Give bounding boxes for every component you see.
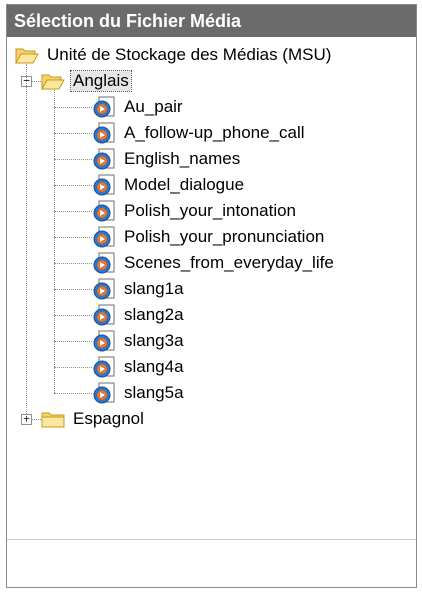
- tree-connector: [54, 107, 92, 108]
- media-file-item[interactable]: slang2a: [92, 302, 186, 328]
- tree-connector: [54, 133, 92, 134]
- media-file-icon: [93, 122, 115, 144]
- media-file-item[interactable]: Polish_your_intonation: [92, 198, 298, 224]
- tree-connector: [32, 419, 41, 420]
- media-file-icon: [93, 304, 115, 326]
- media-file-item[interactable]: slang5a: [92, 380, 186, 406]
- media-file-item[interactable]: Scenes_from_everyday_life: [92, 250, 336, 276]
- folder-open-icon: [41, 74, 65, 91]
- folder-open-icon: [15, 48, 39, 65]
- media-file-item[interactable]: slang1a: [92, 276, 186, 302]
- folder-label: Espagnol: [73, 409, 144, 428]
- tree-connector: [54, 159, 92, 160]
- media-file-label: Scenes_from_everyday_life: [124, 253, 334, 272]
- tree-connector: [54, 237, 92, 238]
- tree-connector: [54, 315, 92, 316]
- tree-root[interactable]: Unité de Stockage des Médias (MSU): [15, 42, 333, 68]
- media-file-label: slang2a: [124, 305, 184, 324]
- tree-connector: [54, 289, 92, 290]
- panel-title: Sélection du Fichier Média: [7, 5, 416, 37]
- media-file-label: Polish_your_intonation: [124, 201, 297, 220]
- media-file-item[interactable]: A_follow-up_phone_call: [92, 120, 307, 146]
- tree-connector: [54, 185, 92, 186]
- media-file-label: slang3a: [124, 331, 184, 350]
- folder-closed-icon: [41, 412, 65, 428]
- media-file-icon: [93, 96, 115, 118]
- media-file-selection-panel: Sélection du Fichier Média Unité de Stoc…: [6, 4, 417, 588]
- bottom-divider: [7, 539, 416, 540]
- media-file-item[interactable]: Model_dialogue: [92, 172, 246, 198]
- media-file-label: slang1a: [124, 279, 184, 298]
- tree-connector: [26, 64, 27, 414]
- media-file-label: Model_dialogue: [124, 175, 245, 194]
- tree-connector: [54, 393, 92, 394]
- tree-root-label: Unité de Stockage des Médias (MSU): [47, 45, 332, 64]
- expander-espagnol[interactable]: +: [21, 413, 32, 425]
- media-file-icon: [93, 148, 115, 170]
- media-file-icon: [93, 252, 115, 274]
- media-file-icon: [93, 226, 115, 248]
- tree-connector: [54, 263, 92, 264]
- media-file-label: Polish_your_pronunciation: [124, 227, 325, 246]
- tree-connector: [54, 341, 92, 342]
- media-file-label: English_names: [124, 149, 241, 168]
- tree-connector: [54, 211, 92, 212]
- media-file-label: Au_pair: [124, 97, 183, 116]
- media-file-item[interactable]: Polish_your_pronunciation: [92, 224, 326, 250]
- media-tree: Unité de Stockage des Médias (MSU) − Angl…: [7, 38, 416, 539]
- media-file-item[interactable]: Au_pair: [92, 94, 185, 120]
- media-file-label: slang4a: [124, 357, 184, 376]
- media-file-item[interactable]: English_names: [92, 146, 242, 172]
- media-file-icon: [93, 330, 115, 352]
- tree-connector: [54, 90, 55, 393]
- media-file-icon: [93, 200, 115, 222]
- media-file-icon: [93, 382, 115, 404]
- media-file-label: slang5a: [124, 383, 184, 402]
- tree-connector: [32, 81, 41, 82]
- media-file-icon: [93, 356, 115, 378]
- folder-item-espagnol[interactable]: Espagnol: [41, 406, 146, 432]
- media-file-icon: [93, 174, 115, 196]
- media-file-icon: [93, 278, 115, 300]
- media-file-label: A_follow-up_phone_call: [124, 123, 305, 142]
- media-file-item[interactable]: slang3a: [92, 328, 186, 354]
- media-file-item[interactable]: slang4a: [92, 354, 186, 380]
- folder-label: Anglais: [70, 70, 132, 92]
- tree-connector: [54, 367, 92, 368]
